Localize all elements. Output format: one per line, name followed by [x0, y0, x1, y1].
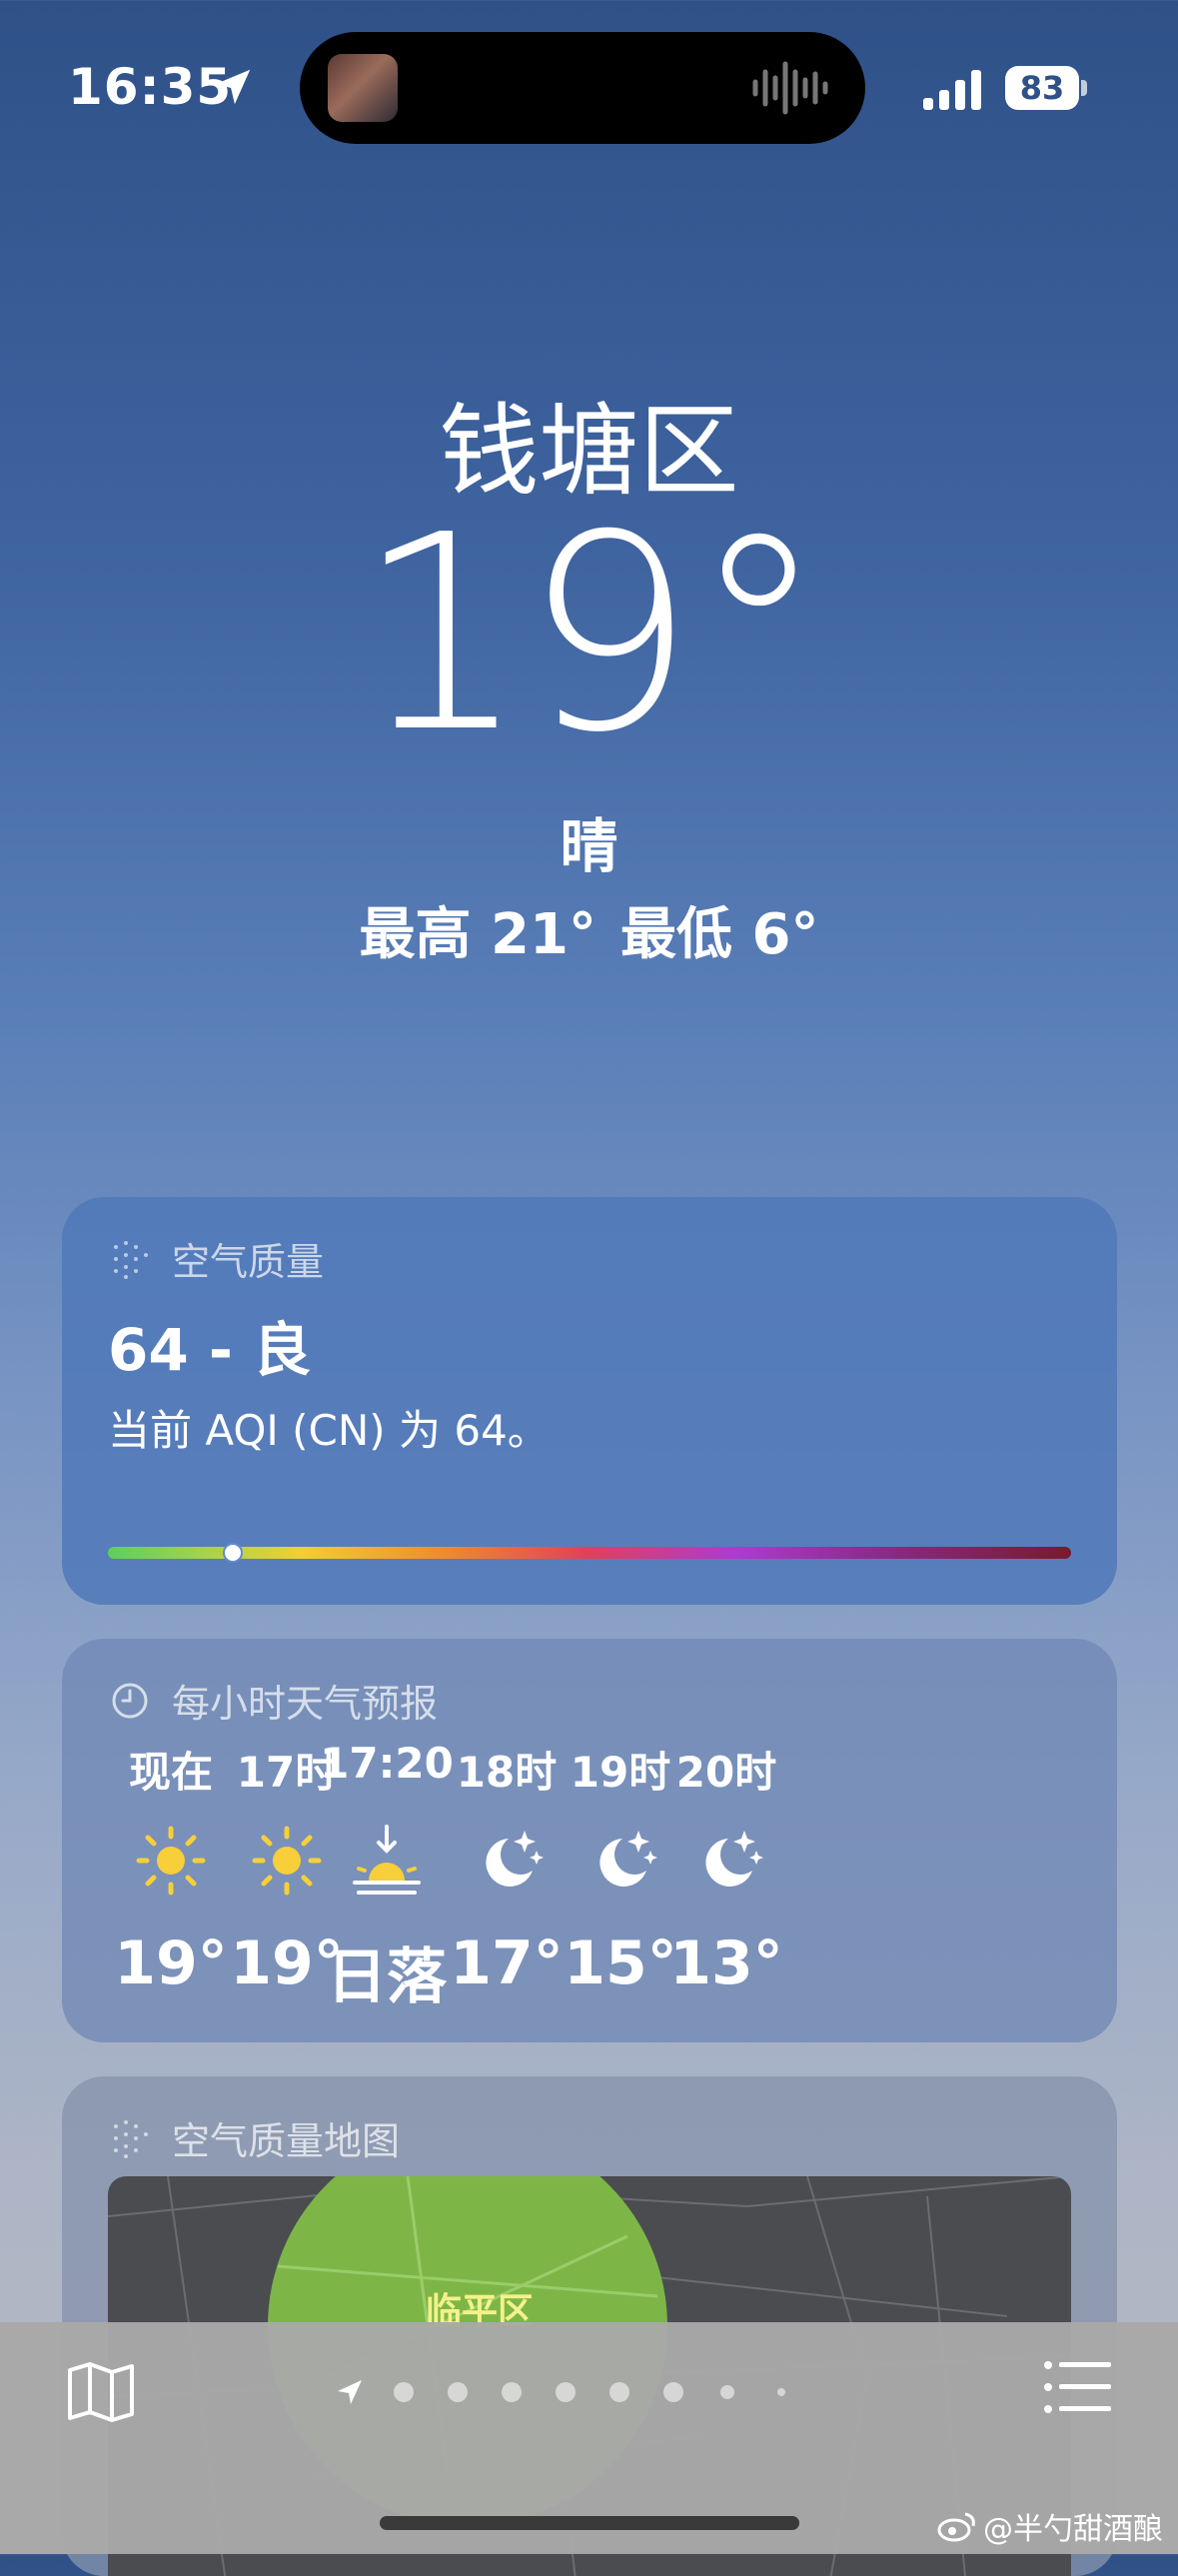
- page-dot[interactable]: [609, 2382, 629, 2402]
- page-dot[interactable]: [502, 2382, 522, 2402]
- weibo-logo-icon: [937, 2512, 975, 2542]
- watermark: @半勺甜酒酿: [937, 2504, 1163, 2548]
- weather-condition: 晴: [560, 812, 618, 880]
- low-temperature: 最低 6°: [619, 902, 819, 967]
- air-quality-header: 空气质量: [108, 1231, 324, 1286]
- air-quality-map-title: 空气质量地图: [172, 2119, 401, 2163]
- page-dot[interactable]: [448, 2382, 468, 2402]
- page-indicator[interactable]: [330, 2374, 849, 2410]
- hour-label: 20时: [675, 1748, 777, 1797]
- page-dot[interactable]: [777, 2388, 785, 2396]
- hour-temperature: 13°: [669, 1929, 783, 1998]
- high-low-temperature: 最高 21° 最低 6°: [0, 889, 1178, 970]
- audio-waveform-icon: [752, 61, 828, 115]
- list-icon[interactable]: [1043, 2360, 1111, 2414]
- clock-icon: [112, 1683, 148, 1718]
- now-playing-artwork: [328, 54, 398, 122]
- page-dot[interactable]: [556, 2382, 576, 2402]
- watermark-text: @半勺甜酒酿: [983, 2512, 1163, 2547]
- moon-stars-icon: [705, 1831, 763, 1887]
- hourly-forecast-card[interactable]: 每小时天气预报 现在 19° 17时 19° 17:20 日落 18时 17° 19时 15° 20…: [62, 1639, 1117, 2042]
- status-time: 16:35: [68, 58, 233, 116]
- battery-indicator: 83: [1005, 66, 1087, 110]
- sun-icon: [136, 1826, 206, 1896]
- battery-percent: 83: [1019, 69, 1065, 107]
- aqi-indicator-knob: [223, 1543, 244, 1563]
- air-quality-dots-icon: [114, 2119, 148, 2158]
- hourly-forecast-title: 每小时天气预报: [172, 1682, 439, 1726]
- air-quality-card[interactable]: 空气质量 64 - 良 当前 AQI (CN) 为 64。: [62, 1197, 1117, 1605]
- moon-stars-icon: [486, 1831, 544, 1887]
- home-indicator[interactable]: [380, 2516, 799, 2530]
- page-dot[interactable]: [720, 2385, 734, 2399]
- dynamic-island[interactable]: [300, 32, 865, 144]
- battery-cap: [1081, 80, 1087, 96]
- page-dot[interactable]: [394, 2382, 414, 2402]
- map-icon[interactable]: [66, 2360, 136, 2424]
- location-arrow-icon: [215, 69, 251, 105]
- air-quality-dots-icon: [114, 1240, 148, 1279]
- sunset-icon: [353, 1825, 421, 1895]
- cellular-signal-icon: [923, 70, 981, 110]
- current-temperature: 19°: [356, 477, 826, 791]
- current-location-arrow-icon[interactable]: [338, 2380, 362, 2404]
- aqi-value: 64 - 良: [108, 1316, 312, 1384]
- high-temperature: 最高 21°: [359, 902, 596, 967]
- aqi-scale-bar: [108, 1543, 1071, 1563]
- page-dot[interactable]: [663, 2382, 683, 2402]
- air-quality-title: 空气质量: [172, 1240, 325, 1284]
- hourly-item: 20时 13°: [641, 1739, 811, 1998]
- aqi-description: 当前 AQI (CN) 为 64。: [108, 1406, 550, 1455]
- hourly-forecast-header: 每小时天气预报: [108, 1673, 438, 1728]
- air-quality-map-header: 空气质量地图: [108, 2110, 400, 2165]
